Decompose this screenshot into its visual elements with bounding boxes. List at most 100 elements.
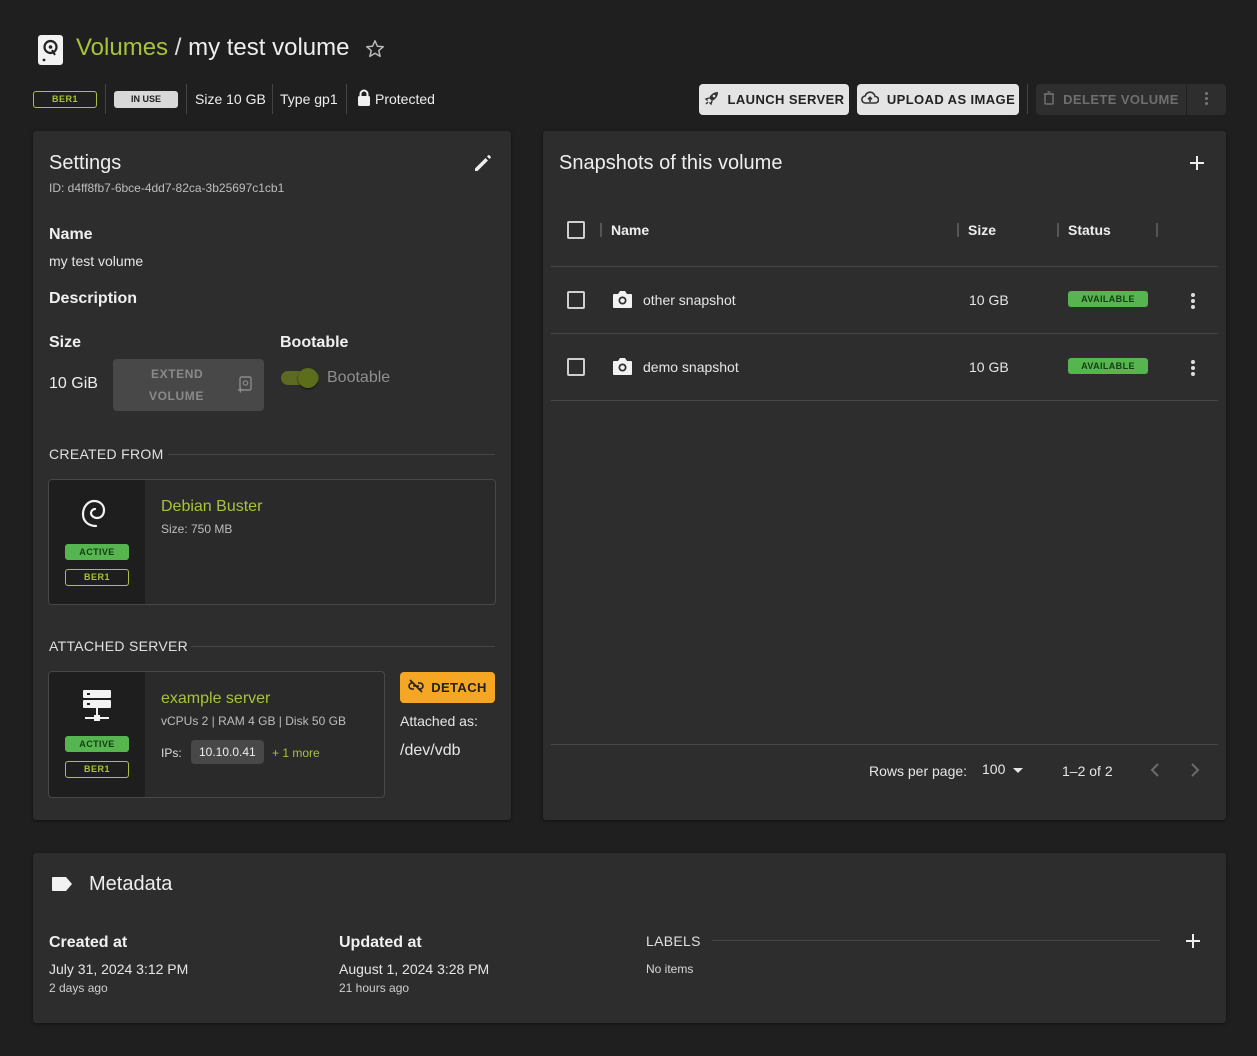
- upload-as-image-button[interactable]: UPLOAD AS IMAGE: [857, 84, 1019, 115]
- breadcrumb-volumes-link[interactable]: Volumes: [76, 34, 168, 61]
- snapshot-status-badge: AVAILABLE: [1068, 358, 1148, 374]
- toggle-thumb: [298, 368, 318, 388]
- created-at-relative: 2 days ago: [49, 981, 108, 995]
- updated-at-value: August 1, 2024 3:28 PM: [339, 961, 490, 977]
- extend-volume-button[interactable]: EXTEND VOLUME: [113, 359, 264, 411]
- link-off-icon: [408, 679, 424, 696]
- column-header-size[interactable]: Size: [968, 222, 996, 238]
- snapshots-card: Snapshots of this volume Name Size Statu…: [543, 131, 1226, 820]
- add-snapshot-plus-icon[interactable]: [1189, 155, 1205, 176]
- edit-pencil-icon[interactable]: [473, 153, 493, 178]
- rows-per-page-value: 100: [982, 761, 1006, 777]
- breadcrumb-separator: /: [174, 34, 182, 61]
- column-separator: [1057, 223, 1059, 237]
- column-separator: [957, 223, 959, 237]
- rows-per-page-label: Rows per page:: [869, 763, 968, 779]
- kebab-icon: [1204, 92, 1209, 107]
- column-separator: [600, 223, 602, 237]
- server-ip-chip: 10.10.0.41: [191, 740, 264, 764]
- launch-server-label: LAUNCH SERVER: [727, 92, 845, 107]
- rocket-icon: [704, 90, 720, 109]
- size-value: 10 GiB: [49, 375, 98, 392]
- add-label-plus-icon[interactable]: [1185, 933, 1201, 954]
- snapshot-name-link[interactable]: demo snapshot: [643, 359, 739, 375]
- label-tag-icon: [51, 876, 73, 897]
- attached-as-label: Attached as:: [400, 713, 478, 729]
- snapshots-title: Snapshots of this volume: [559, 152, 783, 174]
- trash-icon: [1043, 91, 1055, 108]
- divider: [551, 400, 1218, 401]
- snapshot-size: 10 GB: [969, 359, 1009, 375]
- rows-per-page-select[interactable]: 100: [982, 761, 1024, 777]
- camera-icon: [612, 290, 633, 314]
- camera-icon: [612, 357, 633, 381]
- upload-as-image-label: UPLOAD AS IMAGE: [886, 92, 1016, 107]
- divider: [191, 646, 495, 647]
- divider: [168, 454, 495, 455]
- protected-chip: Protected: [375, 91, 435, 107]
- more-actions-button[interactable]: [1187, 84, 1226, 115]
- image-name-link[interactable]: Debian Buster: [161, 498, 262, 516]
- detach-label: DETACH: [431, 680, 487, 695]
- settings-card: Settings ID: d4ff8fb7-6bce-4dd7-82ca-3b2…: [33, 131, 511, 820]
- labels-heading: LABELS: [646, 933, 701, 949]
- server-ips-more-link[interactable]: + 1 more: [272, 746, 320, 760]
- caret-down-icon: [1013, 761, 1024, 777]
- column-separator: [1156, 223, 1158, 237]
- favorite-star-icon[interactable]: [364, 38, 386, 65]
- description-label: Description: [49, 290, 138, 307]
- debian-logo-icon: [79, 496, 107, 535]
- server-name-link[interactable]: example server: [161, 690, 270, 708]
- server-icon: [83, 690, 111, 727]
- attached-server-heading: ATTACHED SERVER: [49, 638, 189, 654]
- launch-server-button[interactable]: LAUNCH SERVER: [699, 84, 849, 115]
- cloud-upload-icon: [860, 90, 880, 109]
- divider: [551, 266, 1218, 267]
- column-header-name[interactable]: Name: [611, 222, 649, 238]
- column-header-status[interactable]: Status: [1068, 222, 1111, 238]
- row-checkbox[interactable]: [567, 291, 585, 309]
- server-region-badge: BER1: [65, 761, 129, 778]
- labels-empty-text: No items: [646, 962, 694, 976]
- snapshot-name-link[interactable]: other snapshot: [643, 292, 736, 308]
- status-badge: IN USE: [114, 91, 178, 108]
- server-ips-label: IPs:: [161, 746, 182, 760]
- size-label: Size: [49, 334, 82, 351]
- region-badge: BER1: [33, 91, 97, 108]
- detach-button[interactable]: DETACH: [400, 672, 495, 703]
- row-checkbox[interactable]: [567, 358, 585, 376]
- name-value: my test volume: [49, 253, 144, 269]
- metadata-card: Metadata Created at July 31, 2024 3:12 P…: [33, 853, 1226, 1023]
- bootable-toggle-label: Bootable: [327, 369, 391, 386]
- row-menu-kebab-icon[interactable]: [1191, 293, 1195, 311]
- bootable-toggle[interactable]: [281, 368, 319, 388]
- volume-id: ID: d4ff8fb7-6bce-4dd7-82ca-3b25697c1cb1: [49, 181, 285, 195]
- previous-page-chevron-icon[interactable]: [1150, 763, 1160, 782]
- divider: [272, 84, 273, 114]
- row-menu-kebab-icon[interactable]: [1191, 360, 1195, 378]
- pagination-range: 1–2 of 2: [1062, 763, 1113, 779]
- divider: [551, 333, 1218, 334]
- next-page-chevron-icon[interactable]: [1190, 763, 1200, 782]
- divider: [186, 84, 187, 114]
- expand-disk-icon: [237, 376, 253, 397]
- server-status-badge: ACTIVE: [65, 736, 129, 752]
- created-at-label: Created at: [49, 934, 128, 951]
- type-chip: Type gp1: [280, 91, 338, 107]
- created-at-value: July 31, 2024 3:12 PM: [49, 961, 189, 977]
- volume-icon: [38, 35, 63, 65]
- select-all-checkbox[interactable]: [567, 221, 585, 239]
- updated-at-label: Updated at: [339, 934, 422, 951]
- updated-at-relative: 21 hours ago: [339, 981, 410, 995]
- bootable-label: Bootable: [280, 334, 349, 351]
- name-label: Name: [49, 226, 93, 243]
- image-size: Size: 750 MB: [161, 522, 233, 536]
- metadata-title: Metadata: [89, 873, 173, 895]
- extend-label-line2: VOLUME: [149, 389, 204, 403]
- page-title: my test volume: [188, 34, 350, 61]
- created-from-heading: CREATED FROM: [49, 446, 164, 462]
- breadcrumb: Volumes / my test volume: [76, 34, 349, 62]
- image-card[interactable]: ACTIVE BER1 Debian Buster Size: 750 MB: [48, 479, 496, 605]
- delete-volume-button[interactable]: DELETE VOLUME: [1036, 84, 1186, 115]
- server-card[interactable]: ACTIVE BER1 example server vCPUs 2 | RAM…: [48, 671, 385, 798]
